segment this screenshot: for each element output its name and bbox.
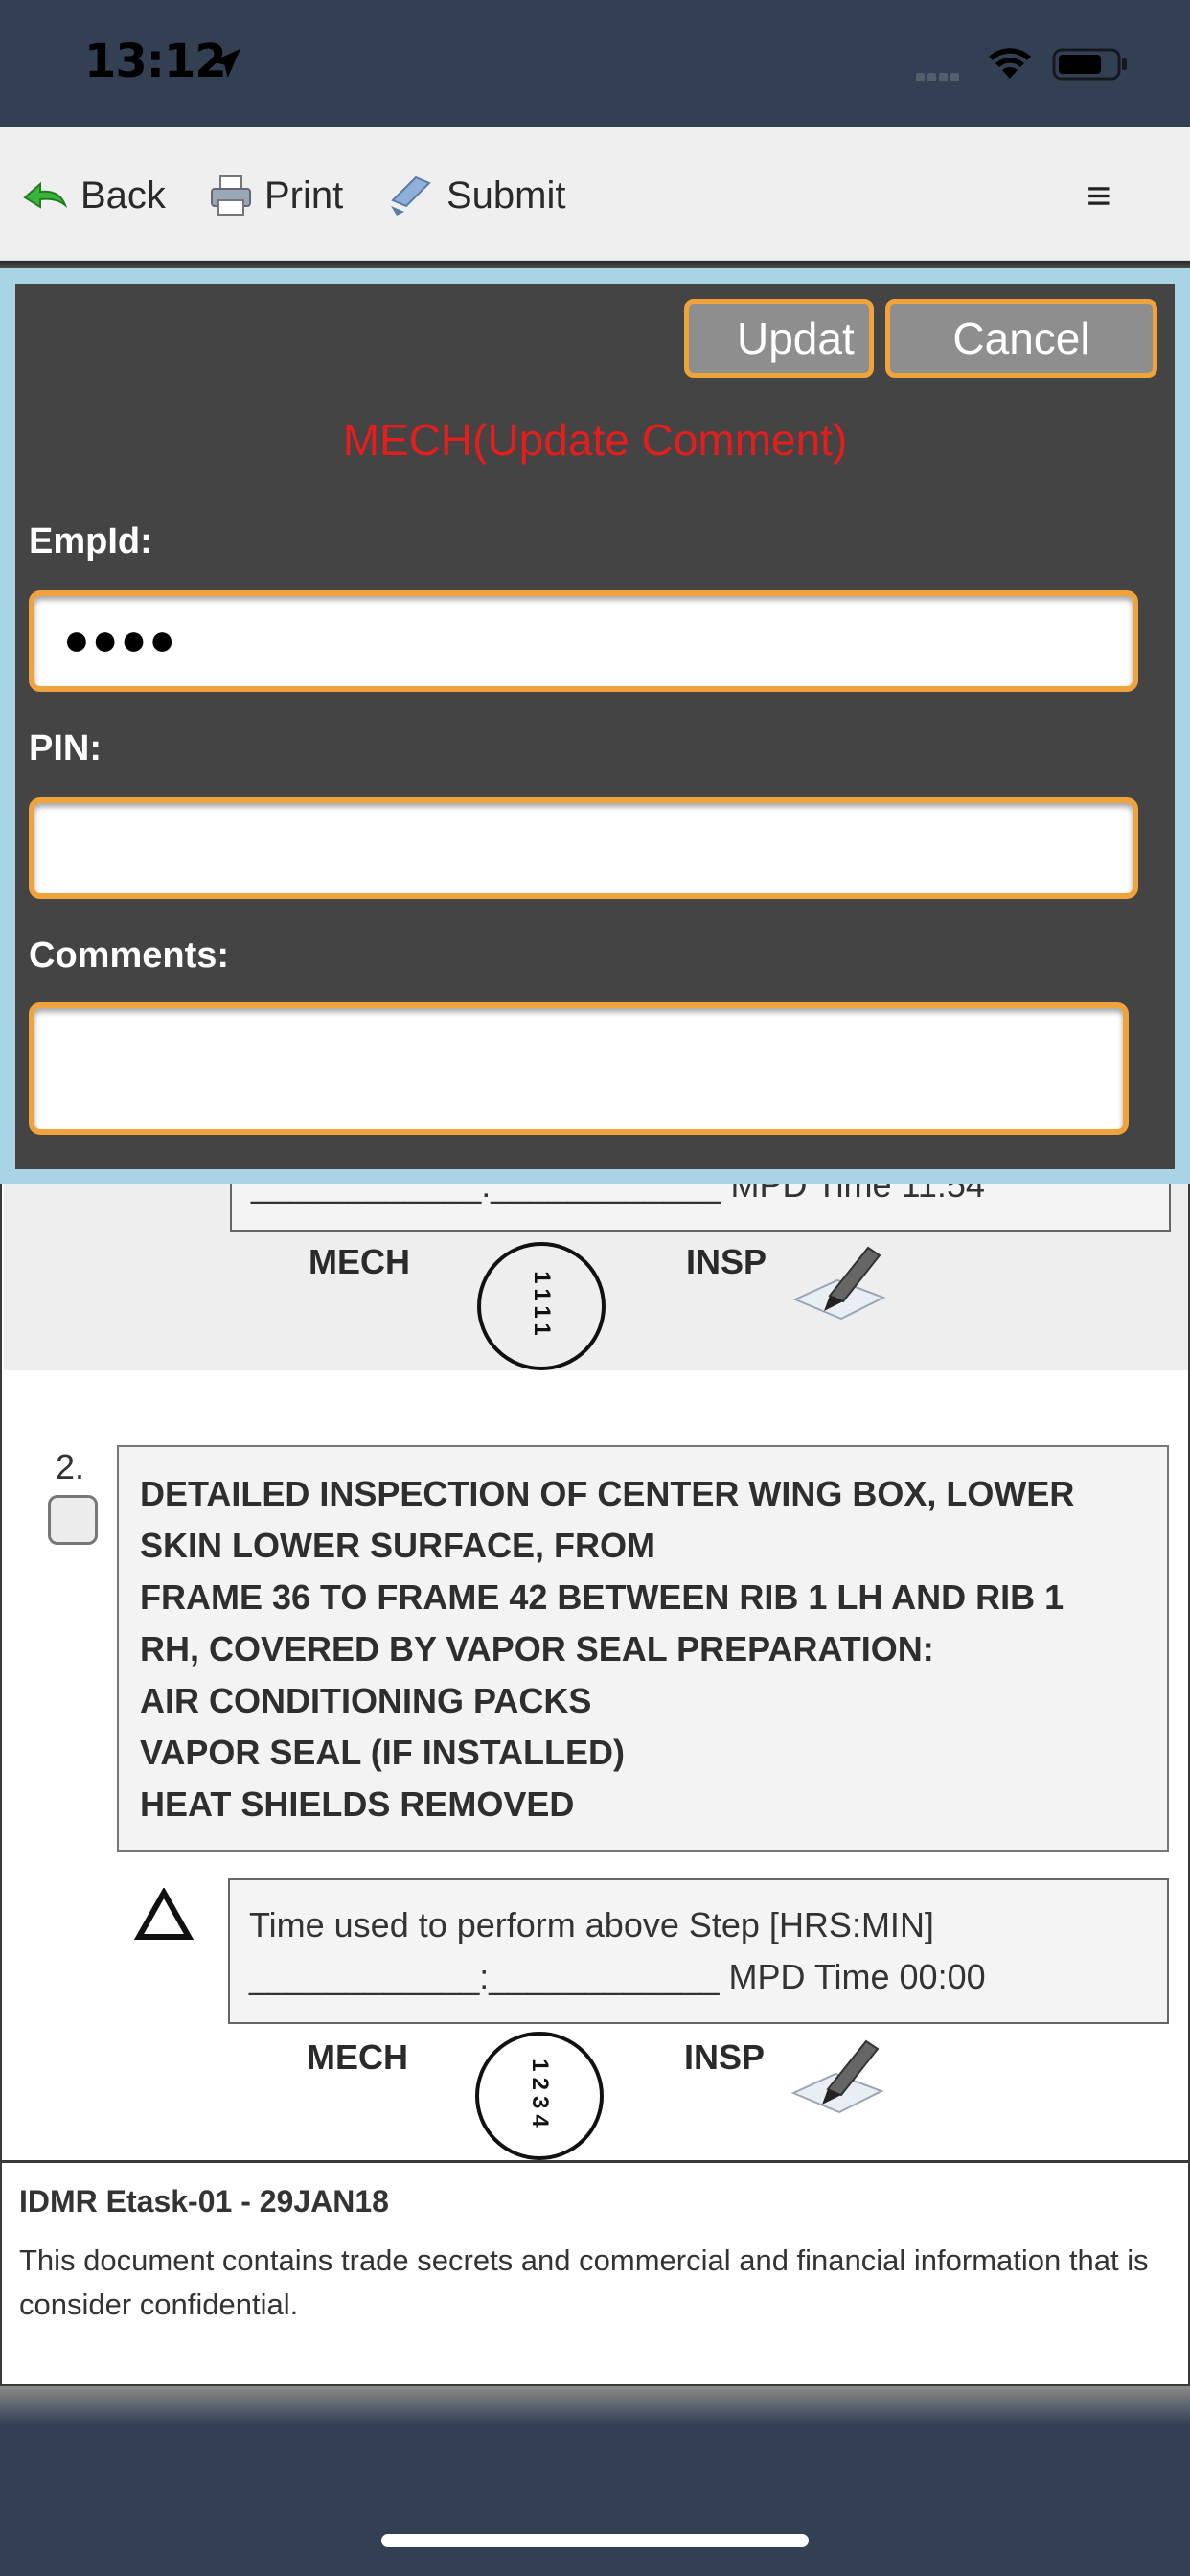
step-2-line: RH, COVERED BY VAPOR SEAL PREPARATION: [140, 1629, 934, 1668]
pin-label: PIN: [29, 728, 102, 769]
empid-masked-value: ●●●● [63, 614, 178, 664]
step-2-line: SKIN LOWER SURFACE, FROM [140, 1526, 655, 1565]
back-label: Back [80, 173, 166, 217]
step-2-time-line[interactable]: ____________:____________ MPD Time 00:00 [249, 1951, 1148, 2003]
empid-label: EmpId: [29, 521, 152, 562]
submit-icon [391, 175, 431, 216]
print-button[interactable]: Print [209, 169, 343, 222]
submit-label: Submit [446, 173, 566, 217]
back-arrow-icon [23, 181, 68, 209]
step-1-mech-label: MECH [309, 1242, 410, 1281]
cancel-button[interactable]: Cancel [885, 299, 1157, 378]
update-comment-dialog: Updat Cancel MECH(Update Comment) EmpId:… [15, 284, 1175, 1169]
step-2-line: FRAME 36 TO FRAME 42 BETWEEN RIB 1 LH AN… [140, 1577, 1064, 1617]
step-2-mech-label: MECH [307, 2037, 408, 2077]
step-2-line: HEAT SHIELDS REMOVED [140, 1784, 575, 1824]
document-footer: IDMR Etask-01 - 29JAN18 This document co… [2, 2160, 1188, 2384]
step-2-line: DETAILED INSPECTION OF CENTER WING BOX, … [140, 1474, 1075, 1513]
submit-button[interactable]: Submit [387, 169, 566, 222]
step-2-line: AIR CONDITIONING PACKS [140, 1681, 592, 1720]
toolbar: Back Print Submit ≡ [0, 126, 1190, 261]
battery-icon [1052, 48, 1127, 80]
footer-title: IDMR Etask-01 - 29JAN18 [19, 2184, 389, 2219]
empid-field[interactable]: ●●●● [29, 590, 1138, 692]
print-label: Print [264, 173, 344, 217]
pin-field[interactable] [29, 797, 1138, 899]
step-2-description: DETAILED INSPECTION OF CENTER WING BOX, … [117, 1445, 1169, 1852]
sign-pen-icon[interactable] [790, 2036, 885, 2118]
printer-icon [211, 175, 251, 216]
dialog-title: MECH(Update Comment) [342, 415, 848, 465]
footer-confidential-text: This document contains trade secrets and… [19, 2243, 1149, 2321]
update-button[interactable]: Updat [684, 299, 874, 378]
signal-icon [916, 69, 962, 86]
hamburger-menu-icon[interactable]: ≡ [1087, 172, 1111, 220]
step-2-checkbox[interactable] [48, 1495, 98, 1545]
step-1-mech-stamp: 1111 [477, 1242, 606, 1370]
comments-label: Comments: [29, 935, 230, 976]
status-time: 13:12 [84, 34, 227, 88]
document-bottom-shadow [0, 2386, 1190, 2425]
step-2-number: 2. [56, 1447, 85, 1486]
location-arrow-icon [212, 49, 240, 78]
step-1-insp-label: INSP [686, 1242, 767, 1281]
warning-triangle-icon [134, 1888, 194, 1940]
home-indicator[interactable] [381, 2534, 809, 2547]
step-2-insp-label: INSP [684, 2037, 766, 2077]
back-button[interactable]: Back [21, 169, 166, 222]
status-bar: 13:12 [0, 0, 1190, 126]
step-2-time-title: Time used to perform above Step [HRS:MIN… [249, 1905, 934, 1944]
wifi-icon [989, 48, 1031, 79]
step-2-time-box: Time used to perform above Step [HRS:MIN… [228, 1878, 1169, 2024]
comments-field[interactable] [29, 1002, 1129, 1135]
document-area: ____________:____________ MPD Time 11:54… [0, 1131, 1190, 2386]
sign-pen-icon[interactable] [791, 1242, 887, 1324]
step-2-line: VAPOR SEAL (IF INSTALLED) [140, 1733, 626, 1772]
step-2-mech-stamp: 1234 [475, 2032, 604, 2160]
